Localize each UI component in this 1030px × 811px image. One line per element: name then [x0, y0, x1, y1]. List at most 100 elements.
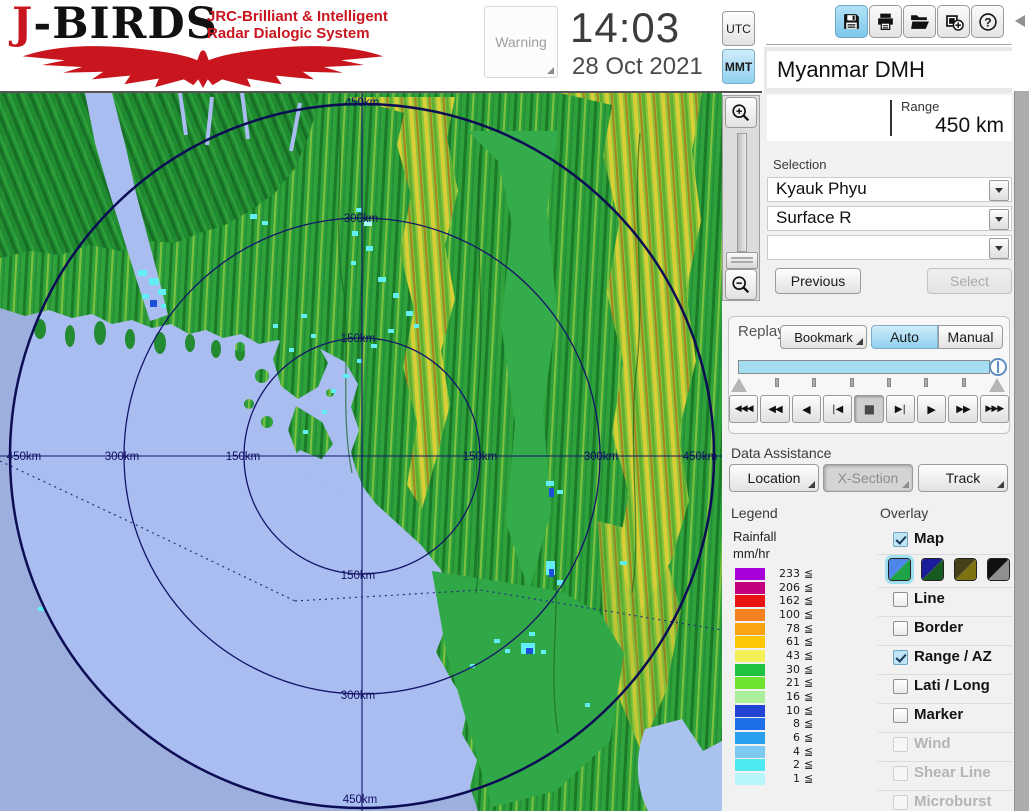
auto-button[interactable]: Auto — [871, 325, 938, 349]
radar-map[interactable]: 450km 300km 150km 150km 300km 450km 450k… — [0, 93, 722, 811]
previous-label: Previous — [791, 273, 845, 289]
overlay-checkbox-lati-long[interactable] — [893, 679, 908, 694]
overlay-item-range-az[interactable]: Range / AZ — [914, 648, 992, 665]
zoom-in-button[interactable] — [725, 97, 757, 128]
overlay-item-marker[interactable]: Marker — [914, 706, 963, 723]
overlay-checkbox-map[interactable] — [893, 532, 908, 547]
range-box: Range 450 km — [767, 95, 1012, 141]
ring-label-300-top: 300km — [344, 213, 379, 225]
overlay-item-border[interactable]: Border — [914, 619, 963, 636]
overlay-item-shear-line: Shear Line — [914, 764, 991, 781]
add-image-button[interactable] — [937, 5, 970, 38]
replay-label: Replay — [738, 323, 785, 340]
ring-label-300-right: 300km — [584, 451, 619, 463]
legend-value: 162 — [766, 594, 800, 607]
map-style-swatch-2[interactable] — [921, 558, 944, 581]
legend-swatch — [735, 636, 765, 648]
replay-progress-bar[interactable] — [738, 360, 990, 374]
replay-tick — [850, 378, 854, 387]
zoom-out-button[interactable] — [725, 269, 757, 300]
mmt-button[interactable]: MMT — [722, 49, 755, 84]
print-button[interactable] — [869, 5, 902, 38]
rewind-button[interactable]: ◀◀ — [760, 395, 789, 423]
open-folder-button[interactable] — [903, 5, 936, 38]
zoom-slider-handle[interactable] — [726, 252, 758, 269]
legend-swatch — [735, 773, 765, 785]
product-dropdown-arrow[interactable] — [989, 209, 1009, 230]
step-forward-button[interactable]: ▶| — [886, 395, 915, 423]
help-button[interactable]: ? — [971, 5, 1004, 38]
panel-scroll-strip[interactable] — [1014, 91, 1029, 811]
extra-dropdown-arrow[interactable] — [989, 238, 1009, 259]
legend-suffix: ≦ — [804, 704, 813, 717]
legend-suffix: ≦ — [804, 649, 813, 662]
range-label: Range — [901, 99, 939, 114]
legend-title-line1: Rainfall — [733, 529, 776, 544]
overlay-checkbox-border[interactable] — [893, 621, 908, 636]
map-style-swatch-4[interactable] — [987, 558, 1010, 581]
product-dropdown-value: Surface R — [776, 208, 852, 228]
overlay-item-line[interactable]: Line — [914, 590, 945, 607]
site-dropdown-arrow[interactable] — [989, 180, 1009, 201]
selection-label: Selection — [773, 157, 826, 172]
save-button[interactable] — [835, 5, 868, 38]
utc-label: UTC — [726, 22, 751, 36]
xsection-label: X-Section — [838, 470, 899, 486]
ring-label-150-bottom: 150km — [341, 570, 376, 582]
replay-range-end-marker[interactable] — [989, 378, 1005, 392]
legend-swatch — [735, 691, 765, 703]
product-dropdown[interactable]: Surface R — [767, 206, 1012, 231]
overlay-checkbox-wind — [893, 737, 908, 752]
overlay-divider — [878, 732, 1012, 733]
site-dropdown-value: Kyauk Phyu — [776, 179, 867, 199]
location-button[interactable]: Location — [729, 464, 819, 492]
step-back-button[interactable]: |◀ — [823, 395, 852, 423]
legend-swatch — [735, 595, 765, 607]
legend-value: 30 — [766, 663, 800, 676]
ring-label-450-left: 450km — [7, 451, 42, 463]
overlay-checkbox-line[interactable] — [893, 592, 908, 607]
zoom-slider-track[interactable] — [737, 133, 747, 252]
stop-button[interactable]: ■ — [854, 395, 883, 423]
logo-subtitle-line2: Radar Dialogic System — [207, 26, 370, 43]
legend-value: 16 — [766, 690, 800, 703]
manual-button[interactable]: Manual — [938, 325, 1003, 349]
legend-swatch — [735, 732, 765, 744]
overlay-checkbox-marker[interactable] — [893, 708, 908, 723]
track-button[interactable]: Track — [918, 464, 1008, 492]
replay-range-start-marker[interactable] — [731, 378, 747, 392]
ring-label-150-right: 150km — [463, 451, 498, 463]
overlay-checkbox-range-az[interactable] — [893, 650, 908, 665]
play-button[interactable]: ▶ — [917, 395, 946, 423]
legend-value: 43 — [766, 649, 800, 662]
map-style-swatch-3[interactable] — [954, 558, 977, 581]
warning-button[interactable]: Warning — [484, 6, 558, 78]
location-label: Location — [748, 470, 801, 486]
play-reverse-button[interactable]: ◀ — [792, 395, 821, 423]
legend-swatch — [735, 759, 765, 771]
fast-forward-button[interactable]: ▶▶ — [948, 395, 977, 423]
toolbar-underline — [766, 44, 1012, 45]
print-icon — [875, 11, 896, 32]
xsection-button[interactable]: X-Section — [823, 464, 913, 492]
chevron-down-icon — [995, 217, 1003, 222]
legend-label: Legend — [731, 505, 778, 521]
extra-dropdown[interactable] — [767, 235, 1012, 260]
overlay-item-lati-long[interactable]: Lati / Long — [914, 677, 990, 694]
site-dropdown[interactable]: Kyauk Phyu — [767, 177, 1012, 202]
overlay-item-map[interactable]: Map — [914, 530, 944, 547]
bookmark-button[interactable]: Bookmark — [780, 325, 867, 349]
manual-label: Manual — [948, 329, 994, 345]
legend-suffix: ≦ — [804, 717, 813, 730]
map-style-swatch-1[interactable] — [888, 558, 911, 581]
ring-label-450-top: 450km — [345, 97, 380, 109]
collapse-panel-arrow-icon[interactable] — [1015, 15, 1025, 27]
select-button[interactable]: Select — [927, 268, 1012, 294]
fast-rewind-button[interactable]: ◀◀◀ — [729, 395, 758, 423]
legend-value: 100 — [766, 608, 800, 621]
fastest-forward-button[interactable]: ▶▶▶ — [980, 395, 1009, 423]
station-name: Myanmar DMH — [777, 57, 925, 83]
utc-button[interactable]: UTC — [722, 11, 755, 46]
previous-button[interactable]: Previous — [775, 268, 861, 294]
replay-slider-handle[interactable] — [989, 358, 1007, 376]
